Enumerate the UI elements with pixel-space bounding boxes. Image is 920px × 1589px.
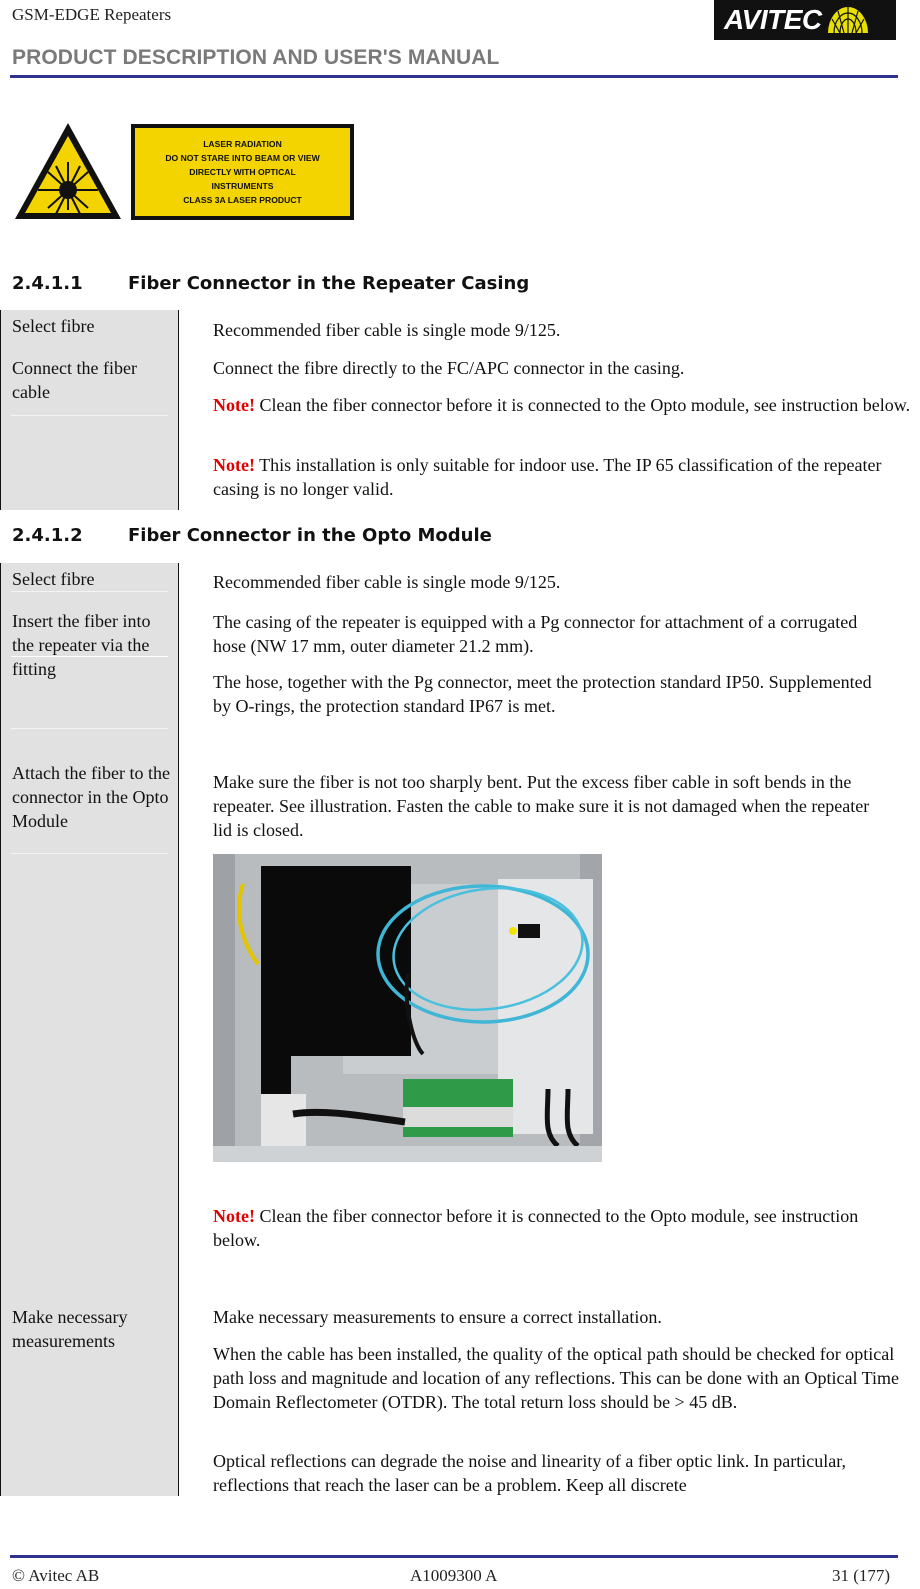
section-title: Fiber Connector in the Opto Module <box>128 525 492 546</box>
note-paragraph: Note! This installation is only suitable… <box>213 453 913 501</box>
laser-label-line: DIRECTLY WITH OPTICAL <box>189 167 296 177</box>
paragraph: Make sure the fiber is not too sharply b… <box>213 772 870 840</box>
note-paragraph: Note! Clean the fiber connector before i… <box>213 1204 885 1252</box>
step-label-column: Select fibre Insert the fiber into the r… <box>0 563 179 1496</box>
avitec-logo: AVITEC <box>714 0 896 40</box>
section-number: 2.4.1.2 <box>12 525 83 546</box>
note-label: Note! <box>213 455 255 475</box>
section-heading: 2.4.1.1 Fiber Connector in the Repeater C… <box>12 273 529 294</box>
step-label: Attach the fiber to the connector in the… <box>12 763 170 831</box>
row-divider <box>11 591 168 592</box>
step-label-column: Select fibre Connect the fiber cable <box>0 310 179 510</box>
header-rule <box>10 75 898 78</box>
laser-label-line: INSTRUMENTS <box>211 181 274 191</box>
note-label: Note! <box>213 395 255 415</box>
footer-page-number: 31 (177) <box>832 1566 891 1585</box>
section-heading: 2.4.1.2 Fiber Connector in the Opto Modul… <box>12 525 492 546</box>
footer-copyright: © Avitec AB <box>12 1566 100 1585</box>
paragraph: Recommended fiber cable is single mode 9… <box>213 572 561 592</box>
laser-hazard-icon <box>12 120 124 227</box>
row-divider <box>11 415 168 416</box>
paragraph: Optical reflections can degrade the nois… <box>213 1451 847 1495</box>
note-text: Clean the fiber connector before it is c… <box>254 395 911 415</box>
note-text: This installation is only suitable for i… <box>213 455 882 499</box>
step-label: Select fibre <box>12 316 95 336</box>
step-label: Select fibre <box>12 569 95 589</box>
document-subtitle: PRODUCT DESCRIPTION AND USER'S MANUAL <box>12 46 500 69</box>
paragraph: Make necessary measurements to ensure a … <box>213 1307 662 1327</box>
footer-rule <box>10 1555 898 1558</box>
document-title: GSM-EDGE Repeaters <box>12 5 172 24</box>
paragraph: Connect the fibre directly to the FC/APC… <box>213 358 685 378</box>
laser-warning-label: LASER RADIATION DO NOT STARE INTO BEAM O… <box>131 124 354 220</box>
step-label: Make necessary measurements <box>12 1307 128 1351</box>
section-title: Fiber Connector in the Repeater Casing <box>128 273 530 294</box>
laser-label-line: DO NOT STARE INTO BEAM OR VIEW <box>165 153 320 163</box>
paragraph: The casing of the repeater is equipped w… <box>213 612 858 656</box>
paragraph: Recommended fiber cable is single mode 9… <box>213 320 561 340</box>
note-paragraph: Note! Clean the fiber connector before i… <box>213 393 913 417</box>
note-text: Clean the fiber connector before it is c… <box>213 1206 859 1250</box>
step-label: Connect the fiber cable <box>12 358 137 402</box>
row-divider <box>11 728 168 729</box>
paragraph: When the cable has been installed, the q… <box>213 1344 900 1412</box>
row-divider <box>11 656 168 657</box>
section-number: 2.4.1.1 <box>12 273 83 294</box>
logo-arc-icon <box>826 3 870 38</box>
repeater-interior-photo <box>213 854 602 1162</box>
row-divider <box>11 853 168 854</box>
footer-document-number: A1009300 A <box>410 1566 498 1585</box>
laser-label-line: LASER RADIATION <box>203 139 282 149</box>
note-label: Note! <box>213 1206 255 1226</box>
logo-text: AVITEC <box>724 4 822 35</box>
laser-label-line: CLASS 3A LASER PRODUCT <box>183 195 302 205</box>
paragraph: The hose, together with the Pg connector… <box>213 672 872 716</box>
step-label: Insert the fiber into the repeater via t… <box>12 611 151 679</box>
